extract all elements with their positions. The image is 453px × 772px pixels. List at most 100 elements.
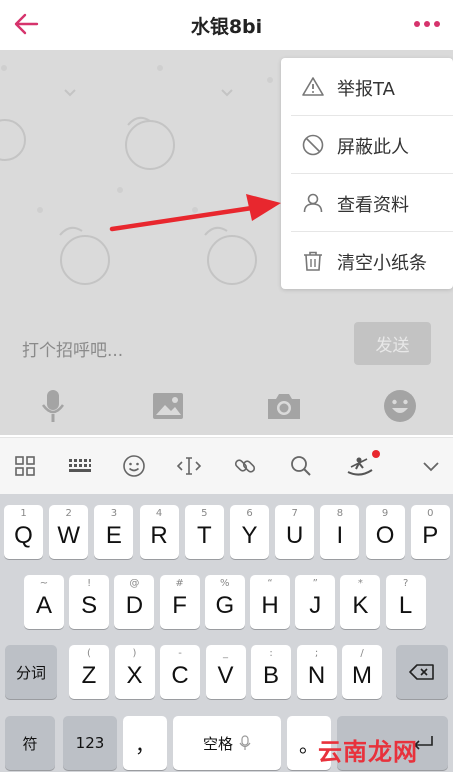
key-v[interactable]: _ V xyxy=(205,645,246,699)
key-letter: O xyxy=(375,522,395,549)
key-secondary-char: 4 xyxy=(155,508,163,519)
top-bar: 水银8bi xyxy=(0,0,453,50)
key-secondary-char: 8 xyxy=(336,508,344,519)
link-button[interactable] xyxy=(231,452,259,480)
symbol-key[interactable]: 符 xyxy=(5,716,55,770)
key-h[interactable]: “H xyxy=(250,575,290,629)
key-l[interactable]: ? L xyxy=(385,575,426,629)
key-s[interactable]: ! S xyxy=(69,575,110,629)
page-title: 水银8bi xyxy=(190,15,263,38)
menu-item-label: 屏蔽此人 xyxy=(337,137,409,158)
warning-icon xyxy=(302,77,324,96)
key-u[interactable]: 7U xyxy=(275,505,315,559)
keyboard-toolbar xyxy=(0,437,453,494)
key-secondary-char: 2 xyxy=(65,508,72,519)
key-j[interactable]: ” J xyxy=(295,575,336,629)
menu-item-view-profile[interactable]: 查看资料 xyxy=(281,174,453,231)
menu-item-report[interactable]: 举报TA xyxy=(281,58,453,115)
key-r[interactable]: 4R xyxy=(139,505,179,559)
key-letter: T xyxy=(196,522,212,549)
key-letter: P xyxy=(422,522,439,549)
grid-icon xyxy=(15,456,35,476)
send-button[interactable]: 发送 xyxy=(354,322,431,365)
backspace-key[interactable] xyxy=(396,645,448,699)
key-letter: K xyxy=(352,592,369,619)
key-y[interactable]: 6Y xyxy=(230,505,269,559)
image-button[interactable] xyxy=(148,386,188,426)
key-a[interactable]: ~ A xyxy=(24,575,64,629)
key-secondary-char: # xyxy=(175,578,184,589)
trash-icon xyxy=(304,251,322,271)
key-letter: S xyxy=(81,592,98,619)
key-w[interactable]: 2W xyxy=(49,505,89,559)
key-b[interactable]: :B xyxy=(251,645,291,699)
key-letter: J xyxy=(309,592,322,619)
key-c[interactable]: -C xyxy=(160,645,200,699)
key-q[interactable]: 1Q xyxy=(4,505,43,559)
key-x[interactable]: ) X xyxy=(114,645,155,699)
key-letter: Q xyxy=(14,522,33,549)
comma-key[interactable]: ， xyxy=(123,716,167,770)
message-input-placeholder[interactable]: 打个招呼吧... xyxy=(22,336,123,361)
key-letter: Y xyxy=(241,522,258,549)
key-secondary-char: 0 xyxy=(427,508,434,519)
key-secondary-char: ) xyxy=(132,648,137,659)
camera-icon xyxy=(268,394,300,419)
menu-item-clear-notes[interactable]: 清空小纸条 xyxy=(281,232,453,289)
key-secondary-char: ! xyxy=(87,578,92,589)
number-key[interactable]: 123 xyxy=(63,716,117,770)
more-button[interactable] xyxy=(407,6,447,42)
key-letter: F xyxy=(172,592,187,619)
key-p[interactable]: 0P xyxy=(410,505,450,559)
key-secondary-char: 3 xyxy=(110,508,118,519)
key-letter: R xyxy=(150,522,168,549)
key-secondary-char: 9 xyxy=(381,508,389,519)
key-e[interactable]: 3E xyxy=(94,505,134,559)
key-letter: W xyxy=(57,522,81,549)
key-z[interactable]: (Z xyxy=(69,645,109,699)
key-secondary-char: 6 xyxy=(246,508,253,519)
key-secondary-char: _ xyxy=(223,648,228,659)
space-key[interactable]: 空格 xyxy=(173,716,281,770)
menu-item-block[interactable]: 屏蔽此人 xyxy=(281,116,453,173)
soft-keyboard: 1Q2W3E4R5T6Y7U8I9O0P ~ A! S @ D # F% G “H” J * K? L … xyxy=(0,494,453,772)
chevron-down-icon xyxy=(423,462,439,472)
keyboard-layout-button[interactable] xyxy=(66,452,94,480)
key-letter: M xyxy=(352,662,372,689)
key-t[interactable]: 5T xyxy=(184,505,224,559)
skin-button[interactable] xyxy=(346,450,380,480)
collapse-keyboard-button[interactable] xyxy=(417,452,445,480)
fenci-key[interactable]: 分词 xyxy=(5,645,57,699)
key-secondary-char: @ xyxy=(129,578,140,589)
key-d[interactable]: @ D xyxy=(114,575,155,629)
voice-button[interactable] xyxy=(33,386,73,426)
backspace-icon xyxy=(409,664,434,680)
emoji-keyboard-button[interactable] xyxy=(120,452,148,480)
emoji-button[interactable] xyxy=(380,386,420,426)
key-g[interactable]: % G xyxy=(204,575,245,629)
key-secondary-char: ( xyxy=(87,648,91,659)
search-button[interactable] xyxy=(287,452,315,480)
grid-button[interactable] xyxy=(11,452,39,480)
person-icon xyxy=(303,193,323,213)
key-i[interactable]: 8I xyxy=(320,505,360,559)
key-secondary-char: : xyxy=(269,648,273,659)
key-f[interactable]: # F xyxy=(159,575,200,629)
key-m[interactable]: / M xyxy=(342,645,382,699)
key-n[interactable]: ; N xyxy=(296,645,337,699)
key-secondary-char: ? xyxy=(402,578,409,589)
smiley-icon xyxy=(123,455,145,477)
camera-button[interactable] xyxy=(264,386,304,426)
key-secondary-char: % xyxy=(220,578,230,589)
key-o[interactable]: 9O xyxy=(365,505,405,559)
microphone-small-icon xyxy=(239,735,251,750)
cursor-button[interactable] xyxy=(175,452,203,480)
key-secondary-char: - xyxy=(178,648,182,659)
key-secondary-char: ; xyxy=(314,648,319,659)
key-letter: B xyxy=(262,662,279,689)
key-k[interactable]: * K xyxy=(340,575,381,629)
key-secondary-char: 5 xyxy=(201,508,208,519)
back-button[interactable] xyxy=(8,6,44,42)
key-letter: V xyxy=(217,662,234,689)
key-secondary-char: ” xyxy=(312,578,318,589)
